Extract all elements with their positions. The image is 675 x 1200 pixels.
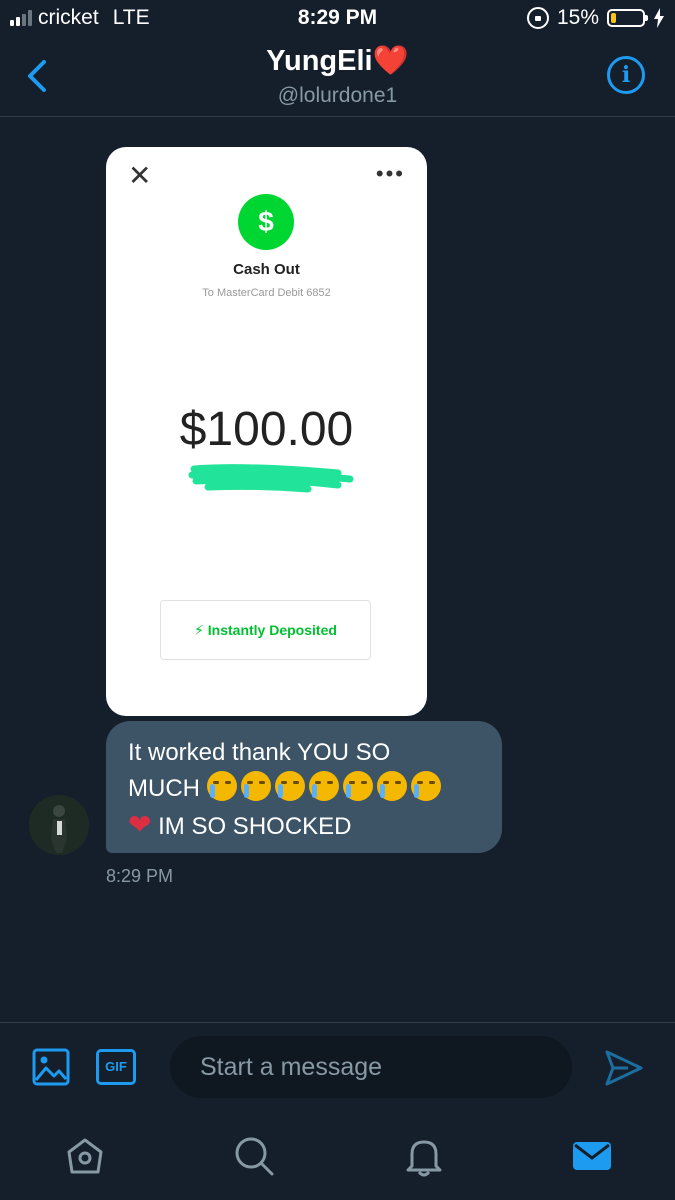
home-icon[interactable]	[63, 1134, 107, 1178]
contact-handle: @lolurdone1	[277, 84, 398, 107]
message-line-3: ❤ IM SO SHOCKED	[128, 807, 482, 845]
gif-button[interactable]: GIF	[96, 1049, 136, 1085]
message-text-shocked: IM SO SHOCKED	[151, 813, 352, 840]
message-line-1: It worked thank YOU SO	[128, 739, 391, 766]
heart-emoji: ❤	[128, 809, 152, 840]
messages-icon[interactable]	[570, 1134, 614, 1178]
loudly-crying-emoji	[206, 771, 237, 801]
conversation-header: YungEli❤️ @lolurdone1 i	[0, 38, 675, 117]
message-timestamp: 8:29 PM	[106, 866, 174, 886]
crying-emoji-row	[206, 771, 445, 802]
charging-bolt-icon	[654, 8, 664, 28]
message-line-2: MUCH	[128, 771, 482, 807]
loudly-crying-emoji	[376, 771, 407, 801]
shared-image-card[interactable]: ✕ ••• $ Cash Out To MasterCard Debit 685…	[106, 147, 427, 716]
search-icon[interactable]	[232, 1134, 276, 1178]
cash-out-title: Cash Out	[233, 261, 300, 278]
battery-percent: 15%	[556, 6, 599, 29]
send-icon[interactable]	[604, 1048, 644, 1088]
contact-avatar[interactable]	[29, 795, 89, 855]
status-bar: cricket LTE 8:29 PM 15%	[0, 0, 675, 38]
message-bubble[interactable]: It worked thank YOU SO MUCH ❤ IM SO SHOC…	[106, 721, 502, 853]
message-text-much: MUCH	[128, 775, 207, 802]
loudly-crying-emoji	[240, 771, 271, 801]
loudly-crying-emoji	[410, 771, 441, 801]
cash-out-destination: To MasterCard Debit 6852	[202, 287, 331, 299]
cash-app-dollar-icon: $	[238, 194, 294, 250]
rotation-lock-icon	[526, 7, 549, 29]
bottom-navigation	[0, 1114, 675, 1200]
add-photo-icon[interactable]	[32, 1048, 70, 1086]
contact-name: YungEli	[266, 45, 373, 77]
status-right: 15%	[526, 6, 665, 30]
notifications-icon[interactable]	[402, 1134, 446, 1178]
loudly-crying-emoji	[274, 771, 305, 801]
redaction-scribble	[188, 464, 354, 493]
loudly-crying-emoji	[308, 771, 339, 801]
title-heart-emoji: ❤️	[372, 45, 409, 77]
message-composer: GIF Start a message	[0, 1022, 675, 1115]
close-icon: ✕	[128, 160, 152, 191]
conversation-title[interactable]: YungEli❤️	[0, 44, 675, 78]
cash-out-amount: $100.00	[179, 403, 354, 456]
more-options-icon: •••	[375, 161, 405, 186]
info-icon[interactable]: i	[607, 56, 645, 94]
message-input[interactable]: Start a message	[170, 1036, 572, 1098]
avatar-figure-icon	[29, 795, 89, 855]
battery-icon	[607, 9, 648, 27]
instantly-deposited-badge: ⚡ Instantly Deposited	[160, 600, 371, 660]
loudly-crying-emoji	[342, 771, 373, 801]
